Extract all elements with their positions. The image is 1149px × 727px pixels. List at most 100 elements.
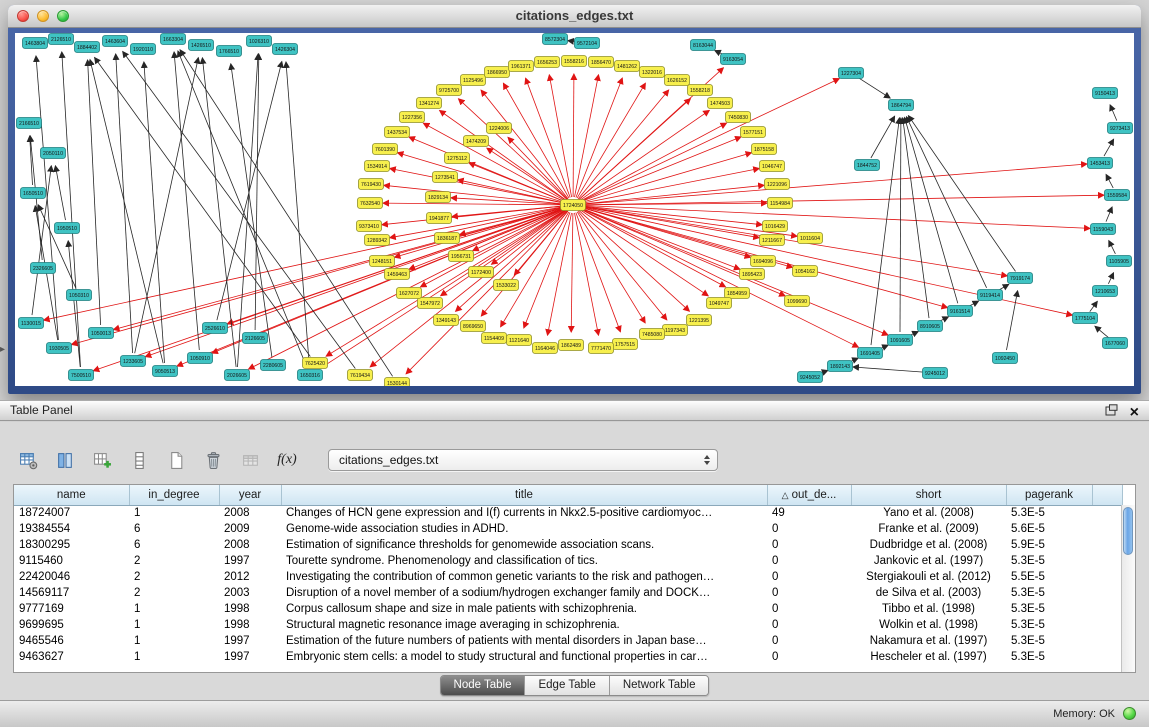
graph-node[interactable]: 2280605 [261, 360, 286, 371]
graph-node[interactable]: 1210653 [1093, 286, 1118, 297]
graph-node[interactable]: 2526610 [203, 323, 228, 334]
tab-node-table[interactable]: Node Table [441, 676, 526, 695]
minimize-window-button[interactable] [37, 10, 49, 22]
graph-node[interactable]: 7771470 [589, 343, 614, 354]
graph-node[interactable]: 1011604 [798, 233, 823, 244]
zoom-window-button[interactable] [57, 10, 69, 22]
graph-node[interactable]: 1227356 [400, 112, 425, 123]
graph-node[interactable]: 1099690 [785, 296, 810, 307]
graph-node[interactable]: 1836187 [435, 233, 460, 244]
graph-node[interactable]: 1533022 [494, 280, 519, 291]
show-columns-icon[interactable] [53, 448, 77, 472]
graph-node[interactable]: 1159043 [1091, 224, 1116, 235]
graph-node[interactable]: 1453413 [1088, 158, 1113, 169]
graph-node[interactable]: 2026605 [225, 370, 250, 381]
scrollbar-thumb[interactable] [1123, 507, 1133, 555]
graph-node[interactable]: 8163044 [691, 40, 716, 51]
graph-node[interactable]: 1248151 [370, 256, 395, 267]
graph-node[interactable]: 8910605 [918, 321, 943, 332]
column-header-name[interactable]: name [14, 485, 129, 505]
graph-node[interactable]: 1172400 [469, 267, 494, 278]
graph-node[interactable]: 1884402 [75, 42, 100, 53]
tab-edge-table[interactable]: Edge Table [525, 676, 609, 695]
graph-node[interactable]: 9119414 [978, 290, 1003, 301]
graph-node[interactable]: 7619434 [348, 370, 373, 381]
graph-node[interactable]: 1930505 [47, 343, 72, 354]
graph-node[interactable]: 1757515 [613, 339, 638, 350]
graph-node[interactable]: 1054162 [793, 266, 818, 277]
graph-node[interactable]: 2326605 [31, 263, 56, 274]
graph-node[interactable]: 2050110 [41, 148, 66, 159]
column-header-pagerank[interactable]: pagerank [1006, 485, 1092, 505]
graph-node[interactable]: 1920110 [131, 44, 156, 55]
graph-node[interactable]: 9245052 [798, 372, 823, 383]
graph-node[interactable]: 1016429 [763, 221, 788, 232]
column-header-out-degree[interactable]: △out_de... [767, 485, 851, 505]
graph-node[interactable]: 1105905 [1107, 256, 1132, 267]
graph-node[interactable]: 1426304 [273, 44, 298, 55]
graph-node[interactable]: 1892143 [828, 361, 853, 372]
graph-node[interactable]: 1121640 [507, 335, 532, 346]
column-header-short[interactable]: short [851, 485, 1006, 505]
close-window-button[interactable] [17, 10, 29, 22]
graph-node[interactable]: 1875158 [752, 144, 777, 155]
graph-node[interactable]: 1775104 [1073, 313, 1098, 324]
table-row[interactable]: 1938455462009Genome-wide association stu… [14, 521, 1122, 537]
graph-node[interactable]: 1197343 [663, 325, 688, 336]
graph-node[interactable]: 1227304 [839, 68, 864, 79]
import-table-icon[interactable] [238, 448, 262, 472]
graph-node[interactable]: 1854959 [725, 288, 750, 299]
graph-node[interactable]: 1895423 [740, 269, 765, 280]
graph-node[interactable]: 1463804 [23, 38, 48, 49]
graph-node[interactable]: 1050310 [67, 290, 92, 301]
graph-node[interactable]: 1547972 [418, 298, 443, 309]
graph-hub-node[interactable]: 1724050 [561, 200, 586, 211]
graph-node[interactable]: 1577151 [741, 127, 766, 138]
delete-table-icon[interactable] [201, 448, 225, 472]
graph-node[interactable]: 1950510 [55, 223, 80, 234]
table-mode-icon[interactable] [16, 448, 40, 472]
graph-node[interactable]: 1130015 [19, 318, 44, 329]
graph-node[interactable]: 1677060 [1103, 338, 1128, 349]
graph-node[interactable]: 1656253 [535, 57, 560, 68]
graph-node[interactable]: 1026310 [247, 36, 272, 47]
table-row[interactable]: 911546021997Tourette syndrome. Phenomeno… [14, 553, 1122, 569]
graph-node[interactable]: 7500510 [69, 370, 94, 381]
graph-node[interactable]: 1844752 [855, 160, 880, 171]
graph-node[interactable]: 9373410 [357, 221, 382, 232]
function-builder-icon[interactable]: f(x) [275, 448, 299, 472]
graph-node[interactable]: 7632540 [358, 198, 383, 209]
graph-node[interactable]: 7619430 [359, 179, 384, 190]
graph-node[interactable]: 2126510 [49, 34, 74, 45]
graph-node[interactable]: 2126605 [243, 333, 268, 344]
graph-node[interactable]: 7450830 [726, 112, 751, 123]
column-header-title[interactable]: title [281, 485, 767, 505]
graph-node[interactable]: 1558216 [562, 56, 587, 67]
graph-node[interactable]: 1221096 [765, 179, 790, 190]
window-titlebar[interactable]: citations_edges.txt [8, 5, 1141, 28]
graph-node[interactable]: 1459463 [385, 269, 410, 280]
graph-node[interactable]: 2166510 [17, 118, 42, 129]
graph-node[interactable]: 1349143 [434, 315, 459, 326]
graph-node[interactable]: 1154409 [482, 333, 507, 344]
graph-node[interactable]: 1864794 [889, 100, 914, 111]
table-row[interactable]: 1456911722003Disruption of a novel membe… [14, 585, 1122, 601]
graph-node[interactable]: 1691405 [858, 348, 883, 359]
graph-node[interactable]: 1224006 [487, 123, 512, 134]
graph-node[interactable]: 1049747 [707, 298, 732, 309]
table-row[interactable]: 2242004622012Investigating the contribut… [14, 569, 1122, 585]
table-row[interactable]: 946362711997Embryonic stem cells: a mode… [14, 649, 1122, 665]
graph-node[interactable]: 1164046 [533, 343, 558, 354]
graph-node[interactable]: 1866950 [485, 67, 510, 78]
graph-node[interactable]: 1154984 [768, 198, 793, 209]
column-header-year[interactable]: year [219, 485, 281, 505]
table-row[interactable]: 1872400712008Changes of HCN gene express… [14, 505, 1122, 521]
graph-node[interactable]: 1046747 [760, 161, 785, 172]
graph-node[interactable]: 1650510 [21, 188, 46, 199]
graph-node[interactable]: 1956731 [449, 251, 474, 262]
graph-node[interactable]: 1961371 [509, 61, 534, 72]
graph-node[interactable]: 9572104 [575, 38, 600, 49]
graph-node[interactable]: 1856470 [589, 57, 614, 68]
graph-node[interactable]: 1426510 [189, 40, 214, 51]
graph-node[interactable]: 7625420 [303, 358, 328, 369]
